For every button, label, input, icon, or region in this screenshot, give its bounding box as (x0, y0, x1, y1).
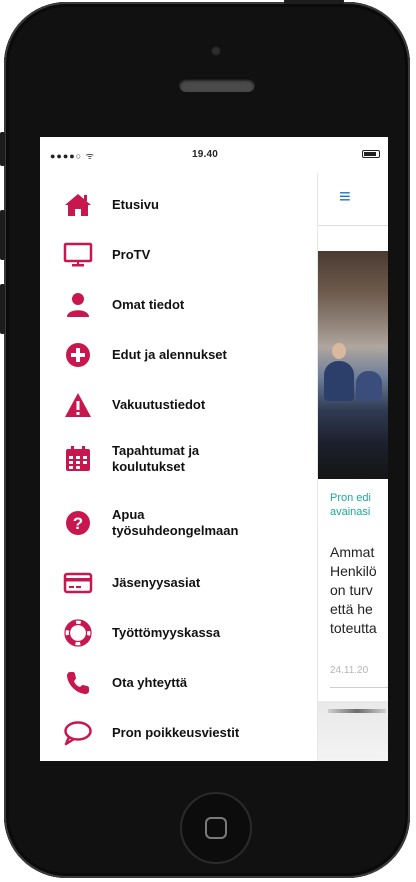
menu-item-omat-tiedot[interactable]: Omat tiedot (40, 285, 310, 325)
news-headline[interactable]: Pron edi avainasi (330, 491, 371, 519)
body-line: Ammat (330, 544, 375, 560)
home-button[interactable] (180, 792, 252, 864)
menu-item-label: Työttömyyskassa (112, 625, 221, 640)
news-date: 24.11.20 (330, 665, 369, 676)
home-square-icon (205, 817, 227, 839)
photo-figure (356, 371, 382, 401)
menu-item-label: Etusivu (112, 197, 159, 212)
headline-line-2: avainasi (330, 506, 371, 518)
menu-item-label: ProTV (112, 247, 151, 262)
svg-text:?: ? (73, 514, 83, 533)
lifebuoy-icon (62, 617, 94, 649)
photo-figure (324, 361, 354, 401)
header-divider (318, 225, 388, 226)
tv-monitor-icon (62, 239, 94, 271)
body-line: on turv (330, 582, 373, 598)
menu-item-pron-poikkeusviestit[interactable]: Pron poikkeusviestit (40, 713, 310, 753)
menu-item-vakuutustiedot[interactable]: Vakuutustiedot (40, 385, 310, 425)
menu-item-label: Vakuutustiedot (112, 397, 206, 412)
menu-item-protv[interactable]: ProTV (40, 235, 310, 275)
volume-up-button (0, 210, 5, 260)
app-screen: ●●●●○ ᯤ 19.40 Etusivu ProTV Omat tiedot (40, 137, 388, 761)
menu-item-jasenyysasiat[interactable]: Jäsenyysasiat (40, 563, 310, 603)
photo-figure (332, 343, 346, 359)
question-circle-icon: ? (62, 507, 94, 539)
menu-item-label: Jäsenyysasiat (112, 575, 201, 590)
plus-circle-icon (62, 339, 94, 371)
news-photo[interactable] (318, 251, 388, 479)
volume-down-button (0, 284, 5, 334)
menu-item-ota-yhteytta[interactable]: Ota yhteyttä (40, 663, 310, 703)
body-line: että he (330, 601, 373, 617)
menu-item-label: Ota yhteyttä (112, 675, 188, 690)
menu-item-label: Edut ja alennukset (112, 347, 227, 362)
menu-item-label: Apua työsuhdeongelmaan (112, 507, 238, 539)
menu-item-label: Omat tiedot (112, 297, 185, 312)
menu-item-tyottomyyskassa[interactable]: Työttömyyskassa (40, 613, 310, 653)
news-body: Ammat Henkilö on turv että he toteutta (330, 543, 377, 638)
main-content-peek: ≡ Pron edi avainasi Ammat Henkilö on tur… (317, 173, 388, 761)
label-line-2: työsuhdeongelmaan (112, 523, 239, 538)
hamburger-menu-icon[interactable]: ≡ (339, 186, 351, 209)
article-divider (330, 687, 388, 688)
body-line: Henkilö (330, 563, 377, 579)
headline-line-1: Pron edi (330, 492, 371, 504)
menu-item-tapahtumat[interactable]: Tapahtumat ja koulutukset (40, 435, 310, 483)
mute-switch (0, 132, 5, 166)
phone-icon (62, 667, 94, 699)
menu-item-label: Tapahtumat ja koulutukset (112, 443, 199, 475)
front-camera (211, 46, 221, 56)
warning-triangle-icon (62, 389, 94, 421)
status-time: 19.40 (192, 149, 219, 160)
person-icon (62, 289, 94, 321)
menu-item-etusivu[interactable]: Etusivu (40, 185, 310, 225)
power-button (284, 0, 344, 4)
menu-item-label: Pron poikkeusviestit (112, 725, 240, 740)
battery-icon (362, 150, 380, 158)
preview-image-strip (328, 709, 386, 713)
home-icon (62, 189, 94, 221)
label-line-1: Tapahtumat ja (112, 443, 200, 458)
menu-item-edut[interactable]: Edut ja alennukset (40, 335, 310, 375)
body-line: toteutta (330, 620, 377, 636)
signal-indicator: ●●●●○ ᯤ (50, 151, 95, 161)
label-line-1: Apua (112, 507, 145, 522)
speech-bubble-icon (62, 717, 94, 749)
label-line-2: koulutukset (112, 459, 185, 474)
next-article-preview[interactable] (318, 701, 388, 761)
status-bar: ●●●●○ ᯤ 19.40 (40, 137, 388, 173)
menu-item-apua[interactable]: ? Apua työsuhdeongelmaan (40, 499, 310, 547)
card-icon (62, 567, 94, 599)
earpiece-speaker (179, 78, 255, 92)
calendar-icon (62, 443, 94, 475)
